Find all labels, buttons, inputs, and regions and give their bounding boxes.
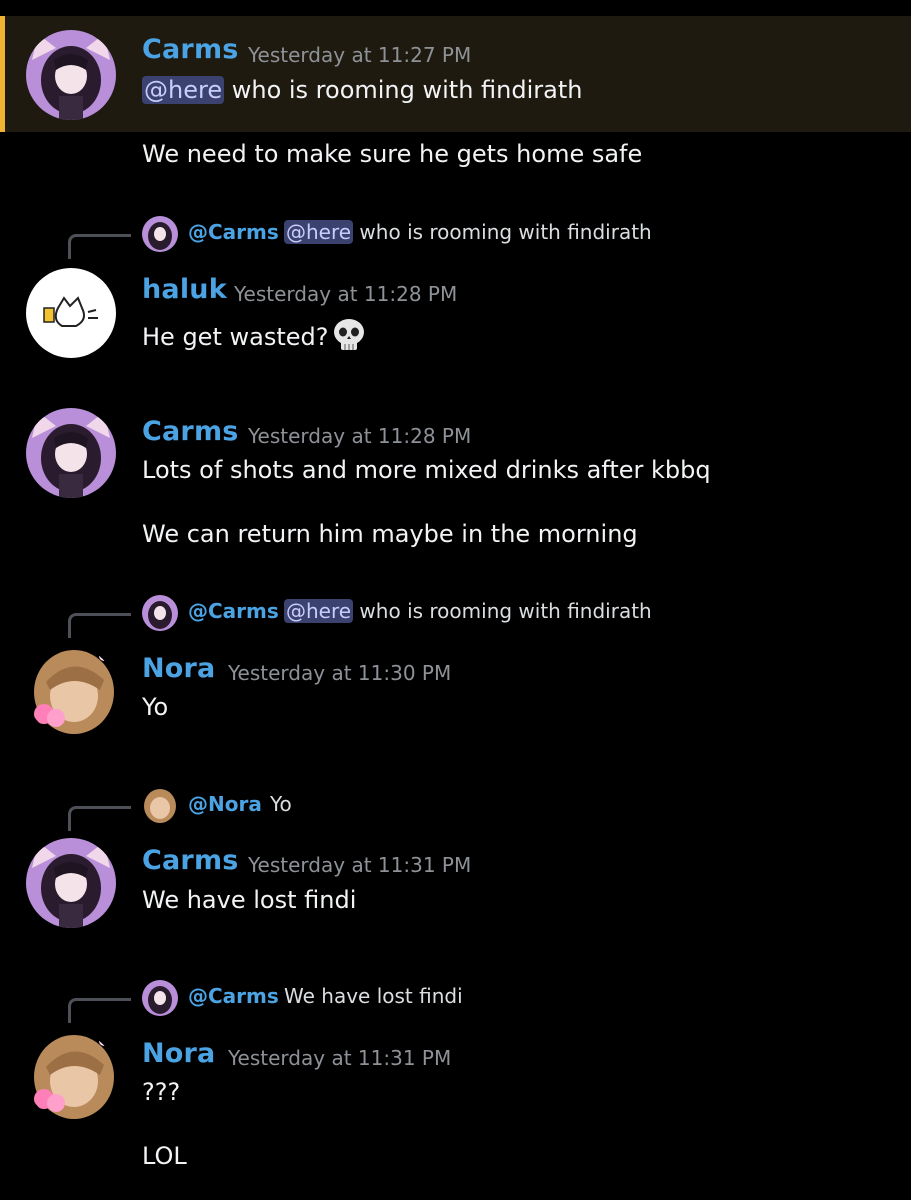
timestamp: Yesterday at 11:31 PM [228, 1046, 452, 1070]
message-text: We have lost findi [142, 886, 357, 914]
reply-connector [68, 998, 131, 1023]
author-name[interactable]: Nora [142, 1038, 215, 1069]
author-name[interactable]: Carms [142, 34, 239, 65]
avatar[interactable] [26, 30, 116, 120]
avatar[interactable] [26, 838, 116, 928]
timestamp: Yesterday at 11:30 PM [228, 661, 452, 685]
author-name[interactable]: haluk [142, 274, 227, 305]
reply-preview[interactable]: @Carms @here who is rooming with findira… [0, 212, 911, 259]
reply-connector [68, 806, 131, 831]
reply-connector [68, 234, 131, 259]
message-text-body: He get wasted? [142, 323, 329, 351]
author-name[interactable]: Carms [142, 416, 239, 447]
message-text: ??? [142, 1078, 181, 1106]
reply-text: @here who is rooming with findirath [284, 220, 652, 244]
reply-avatar [142, 216, 178, 252]
message-text: Lots of shots and more mixed drinks afte… [142, 456, 711, 484]
avatar[interactable] [26, 1031, 116, 1121]
reply-author[interactable]: @Carms [188, 220, 279, 244]
reply-text: We have lost findi [284, 984, 463, 1008]
message-text: @here who is rooming with findirath [142, 76, 582, 104]
reply-text: Yo [270, 792, 292, 816]
reply-avatar [142, 595, 178, 631]
reply-here-mention: @here [284, 599, 354, 623]
reply-author[interactable]: @Carms [188, 599, 279, 623]
message-highlighted[interactable]: Carms Yesterday at 11:27 PM @here who is… [0, 16, 911, 132]
avatar[interactable] [26, 408, 116, 498]
here-mention[interactable]: @here [142, 76, 225, 104]
message-text: Yo [142, 693, 169, 721]
reply-avatar [142, 788, 178, 824]
message-text-body: who is rooming with findirath [224, 76, 583, 104]
message-text-continued: LOL [142, 1142, 187, 1170]
reply-preview[interactable]: @Nora Yo [0, 784, 911, 831]
message-text: He get wasted? [142, 316, 368, 360]
timestamp: Yesterday at 11:28 PM [248, 424, 472, 448]
reply-author[interactable]: @Carms [188, 984, 279, 1008]
timestamp: Yesterday at 11:31 PM [248, 853, 472, 877]
message-text-continued: We need to make sure he gets home safe [142, 140, 643, 168]
skull-emoji-icon [330, 316, 368, 360]
timestamp: Yesterday at 11:27 PM [248, 43, 472, 67]
message-text-continued: We can return him maybe in the morning [142, 520, 638, 548]
reply-author[interactable]: @Nora [188, 792, 262, 816]
author-name[interactable]: Nora [142, 653, 215, 684]
reply-connector [68, 613, 131, 638]
avatar[interactable] [26, 646, 116, 736]
reply-here-mention: @here [284, 220, 354, 244]
reply-text-body: who is rooming with findirath [353, 599, 652, 623]
mention-highlight-bar [0, 16, 5, 132]
reply-preview[interactable]: @Carms We have lost findi [0, 976, 911, 1023]
reply-avatar [142, 980, 178, 1016]
avatar[interactable] [26, 268, 116, 358]
reply-text: @here who is rooming with findirath [284, 599, 652, 623]
reply-text-body: who is rooming with findirath [353, 220, 652, 244]
timestamp: Yesterday at 11:28 PM [234, 282, 458, 306]
reply-preview[interactable]: @Carms @here who is rooming with findira… [0, 591, 911, 638]
author-name[interactable]: Carms [142, 845, 239, 876]
